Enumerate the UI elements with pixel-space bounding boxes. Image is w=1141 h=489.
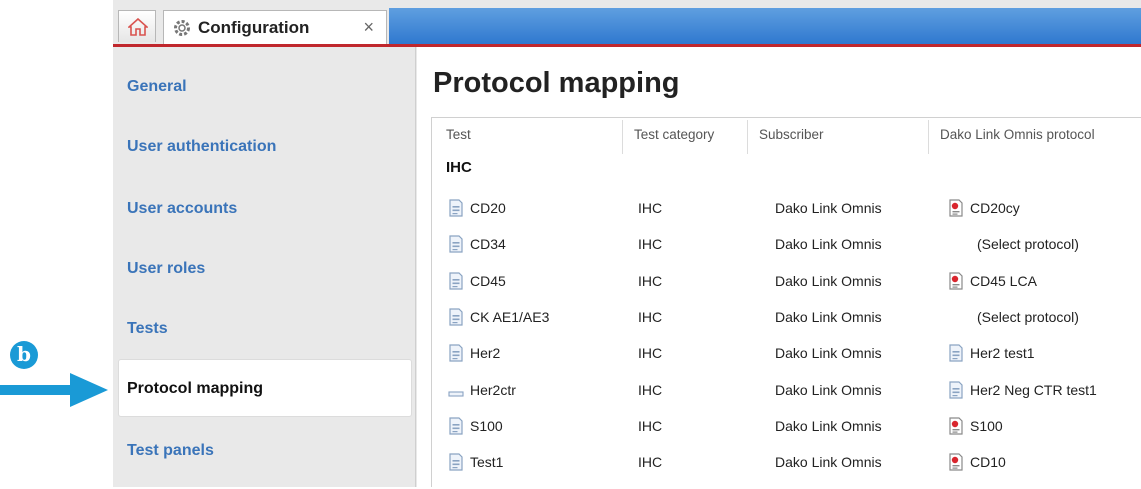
column-separator <box>622 120 623 154</box>
cell-protocol: CD20cy <box>970 200 1020 216</box>
cell-test-category: IHC <box>638 454 663 471</box>
cell-protocol: CD10 <box>970 454 1006 471</box>
cell-protocol: S100 <box>970 417 1003 434</box>
arrow-icon <box>0 373 108 407</box>
control-icon <box>447 381 465 404</box>
sidebar: General User authentication User account… <box>113 47 416 487</box>
cell-test: CD20 <box>470 200 506 216</box>
tab-bar: Configuration × <box>113 0 1141 44</box>
cell-subscriber: Dako Link Omnis <box>775 454 882 471</box>
home-icon <box>128 18 148 36</box>
column-separator <box>747 120 748 154</box>
group-header: IHC <box>446 159 472 176</box>
cell-test-category: IHC <box>638 417 663 434</box>
table-row[interactable]: CD20 IHC Dako Link Omnis CD20cy <box>417 199 1141 235</box>
doc-icon <box>947 344 965 367</box>
page-title: Protocol mapping <box>433 67 680 99</box>
tab-configuration[interactable]: Configuration × <box>163 10 387 44</box>
configuration-window: Configuration × General User authenticat… <box>113 0 1141 487</box>
column-header-test[interactable]: Test <box>446 127 471 142</box>
close-icon[interactable]: × <box>363 17 374 38</box>
sidebar-item-protocol-mapping[interactable]: Protocol mapping <box>118 359 412 417</box>
cell-test: S100 <box>470 417 503 434</box>
tab-bar-background <box>389 8 1141 44</box>
cell-test-category: IHC <box>638 236 663 253</box>
cell-subscriber: Dako Link Omnis <box>775 200 882 216</box>
cell-subscriber: Dako Link Omnis <box>775 345 882 362</box>
red-doc-icon <box>947 417 965 440</box>
cell-protocol: CD45 LCA <box>970 272 1037 289</box>
cell-test-category: IHC <box>638 272 663 289</box>
red-doc-icon <box>947 199 965 222</box>
table-row[interactable]: Test1 IHC Dako Link Omnis CD10 <box>417 453 1141 489</box>
column-header-protocol[interactable]: Dako Link Omnis protocol <box>940 127 1095 142</box>
red-doc-icon <box>947 271 965 295</box>
sidebar-item-user-roles[interactable]: User roles <box>127 260 205 278</box>
cell-test: Her2 <box>470 345 501 362</box>
cell-test: Her2ctr <box>470 381 516 398</box>
cell-test-category: IHC <box>638 308 663 325</box>
doc-icon <box>447 344 465 367</box>
gear-icon <box>174 20 190 36</box>
table-row[interactable]: CD34 IHC Dako Link Omnis (Select protocol) <box>417 235 1141 271</box>
cell-test: CD34 <box>470 236 506 253</box>
cell-subscriber: Dako Link Omnis <box>775 308 882 325</box>
sidebar-item-general[interactable]: General <box>127 78 187 96</box>
main-panel: Protocol mapping Test Test category Subs… <box>417 47 1141 487</box>
table-row[interactable]: CK AE1/AE3 IHC Dako Link Omnis (Select prot… <box>417 308 1141 344</box>
doc-icon <box>947 380 965 404</box>
cell-subscriber: Dako Link Omnis <box>775 417 882 434</box>
doc-icon <box>447 235 465 258</box>
column-header-test-category[interactable]: Test category <box>634 127 714 142</box>
cell-test: Test1 <box>470 454 504 471</box>
cell-protocol: Her2 test1 <box>970 345 1035 362</box>
cell-subscriber: Dako Link Omnis <box>775 272 882 289</box>
table-row[interactable]: S100 IHC Dako Link Omnis S100 <box>417 417 1141 453</box>
cell-test: CK AE1/AE3 <box>470 308 550 325</box>
doc-icon <box>447 417 465 440</box>
column-header-subscriber[interactable]: Subscriber <box>759 127 824 142</box>
cell-protocol: (Select protocol) <box>977 308 1079 325</box>
cell-test-category: IHC <box>638 345 663 362</box>
table-row[interactable]: Her2ctr IHC Dako Link Omnis Her2 Neg CTR te… <box>417 380 1141 417</box>
doc-icon <box>447 271 465 295</box>
cell-subscriber: Dako Link Omnis <box>775 236 882 253</box>
cell-subscriber: Dako Link Omnis <box>775 381 882 398</box>
home-tab[interactable] <box>118 10 156 42</box>
column-separator <box>928 120 929 154</box>
cell-test-category: IHC <box>638 200 663 216</box>
sidebar-item-user-accounts[interactable]: User accounts <box>127 200 237 218</box>
tab-label: Configuration <box>198 18 310 37</box>
sidebar-item-label: Protocol mapping <box>127 380 263 397</box>
cell-test: CD45 <box>470 272 506 289</box>
table-row[interactable]: Her2 IHC Dako Link Omnis Her2 test1 <box>417 344 1141 380</box>
cell-protocol: (Select protocol) <box>977 236 1079 253</box>
callout-marker: b <box>10 341 38 369</box>
table-row[interactable]: CD45 IHC Dako Link Omnis CD45 LCA <box>417 271 1141 308</box>
doc-icon <box>447 308 465 331</box>
cell-test-category: IHC <box>638 381 663 398</box>
doc-icon <box>447 453 465 476</box>
sidebar-item-tests[interactable]: Tests <box>127 320 168 338</box>
red-doc-icon <box>947 453 965 476</box>
sidebar-item-test-panels[interactable]: Test panels <box>127 442 214 460</box>
sidebar-item-user-authentication[interactable]: User authentication <box>127 138 276 156</box>
cell-protocol: Her2 Neg CTR test1 <box>970 381 1097 398</box>
doc-icon <box>447 199 465 222</box>
